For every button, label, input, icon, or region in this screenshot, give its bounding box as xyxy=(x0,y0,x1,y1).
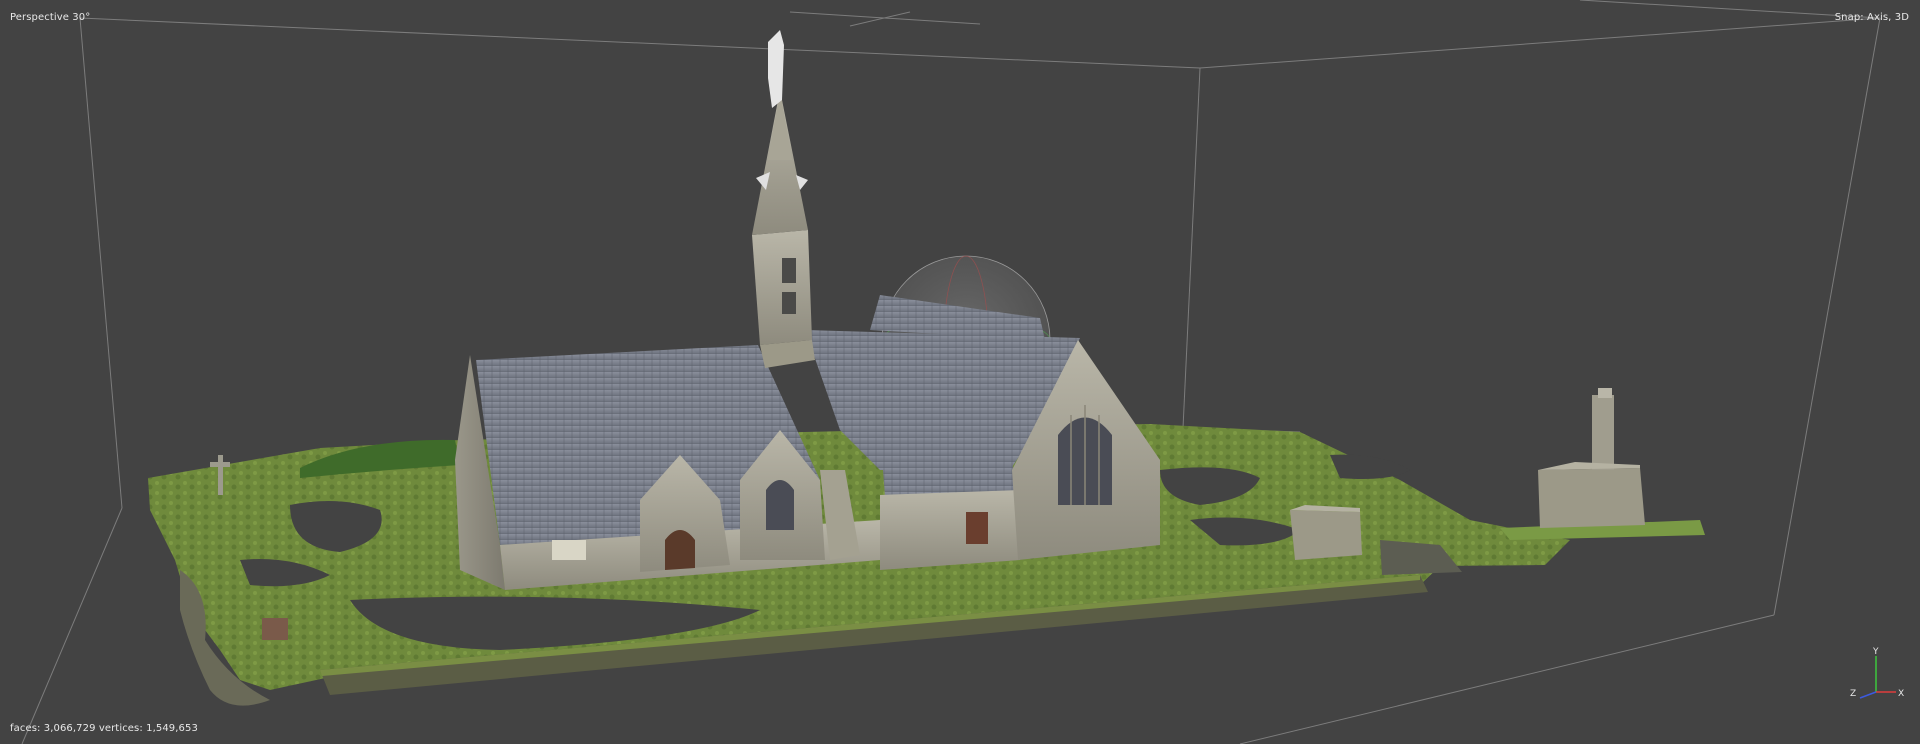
z-axis-line xyxy=(1859,691,1877,699)
3d-viewport[interactable]: Perspective 30° Snap: Axis, 3D faces: 3,… xyxy=(0,0,1920,744)
calvary-monument xyxy=(1500,388,1705,540)
x-axis-label: X xyxy=(1898,689,1904,699)
church-tower xyxy=(752,30,815,368)
terrain xyxy=(148,424,1570,706)
axis-gizmo-icon[interactable]: Y X Z xyxy=(1846,644,1906,704)
z-axis-label: Z xyxy=(1850,689,1856,699)
y-axis-label: Y xyxy=(1872,647,1879,657)
church-model xyxy=(455,30,1160,590)
mesh-stats-label: faces: 3,066,729 vertices: 1,549,653 xyxy=(10,723,198,734)
scene-canvas[interactable] xyxy=(0,0,1920,744)
snap-mode-label: Snap: Axis, 3D xyxy=(1834,12,1909,23)
view-mode-label: Perspective 30° xyxy=(10,12,91,23)
